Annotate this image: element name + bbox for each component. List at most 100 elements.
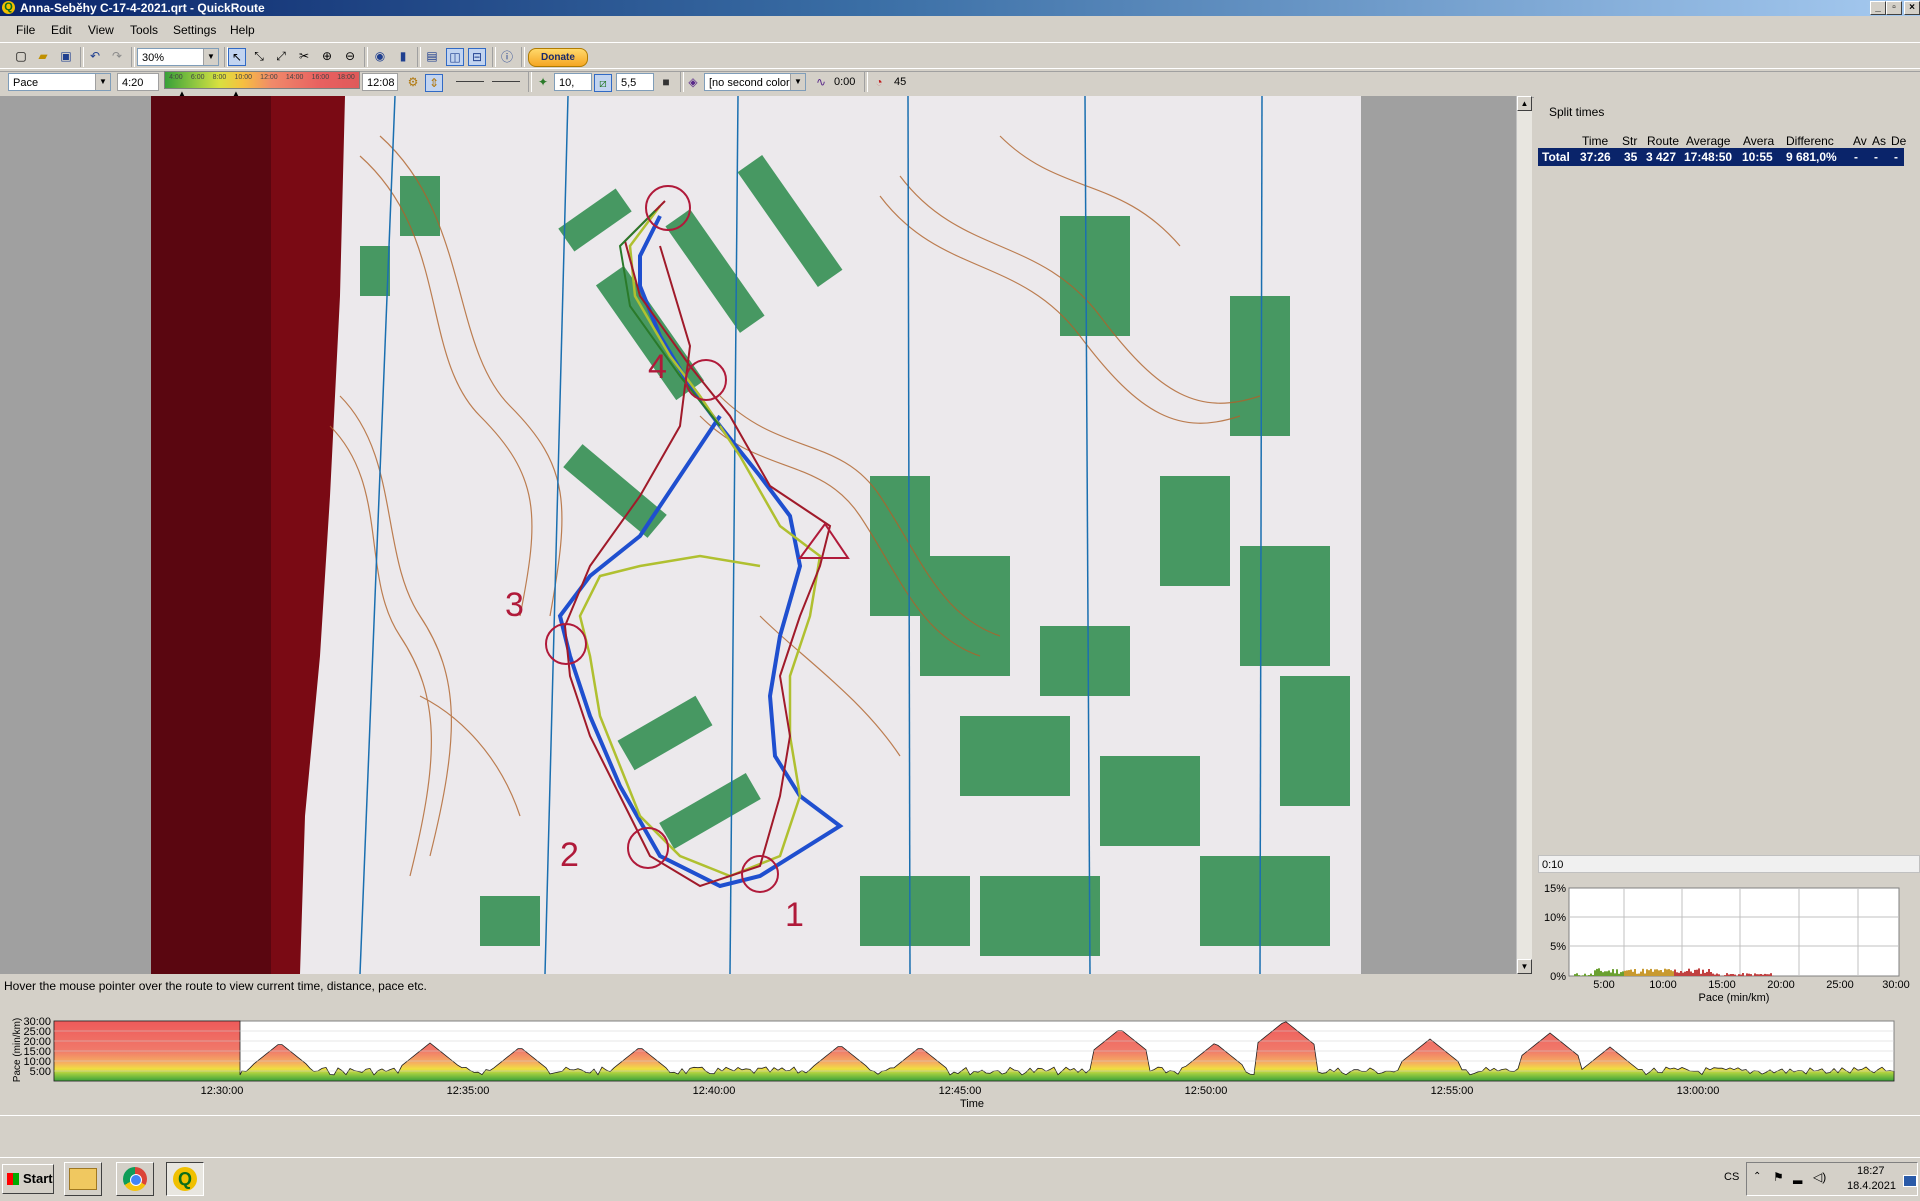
cut-icon[interactable]: ✂ bbox=[295, 47, 313, 65]
menu-tools[interactable]: Tools bbox=[130, 23, 158, 37]
col-str[interactable]: Str bbox=[1622, 134, 1637, 148]
histogram-bar bbox=[1642, 969, 1644, 976]
open-folder-icon[interactable]: ▰ bbox=[34, 47, 52, 65]
mask-color-icon[interactable]: ■ bbox=[657, 73, 675, 91]
close-button[interactable]: × bbox=[1904, 1, 1920, 15]
col-time[interactable]: Time bbox=[1582, 134, 1608, 148]
new-file-icon[interactable]: ▢ bbox=[12, 47, 30, 65]
col-route[interactable]: Route bbox=[1647, 134, 1679, 148]
start-button[interactable]: Start bbox=[2, 1164, 54, 1194]
menu-file[interactable]: File bbox=[16, 23, 35, 37]
graph-x-tick: 12:30:00 bbox=[201, 1085, 244, 1097]
col-de[interactable]: De bbox=[1891, 134, 1906, 148]
menu-help[interactable]: Help bbox=[230, 23, 255, 37]
chevron-down-icon[interactable]: ▼ bbox=[790, 74, 805, 90]
menu-settings[interactable]: Settings bbox=[173, 23, 216, 37]
low-value-input[interactable]: 4:20 bbox=[117, 73, 159, 91]
bottom-panel-icon[interactable]: ⊟ bbox=[468, 48, 486, 66]
show-desktop-icon[interactable] bbox=[1903, 1175, 1917, 1187]
zoom-select[interactable]: 30% ▼ bbox=[137, 48, 219, 66]
route-width-input[interactable]: 10, bbox=[554, 73, 592, 91]
undo-icon[interactable]: ↶ bbox=[86, 47, 104, 65]
globe-icon[interactable]: ◉ bbox=[371, 47, 389, 65]
tray-expand-icon[interactable]: ⌃ bbox=[1753, 1171, 1761, 1182]
scroll-down-icon[interactable]: ▼ bbox=[1517, 959, 1532, 974]
histogram-bar bbox=[1740, 975, 1742, 976]
minimize-button[interactable]: _ bbox=[1870, 1, 1886, 15]
high-value-input[interactable]: 12:08 bbox=[362, 73, 398, 91]
second-color-icon[interactable]: ◈ bbox=[684, 73, 702, 91]
chevron-down-icon[interactable]: ▼ bbox=[203, 49, 218, 65]
histogram-bar bbox=[1708, 969, 1710, 976]
donate-button[interactable]: Donate bbox=[528, 48, 588, 67]
clock-date[interactable]: 18.4.2021 bbox=[1847, 1180, 1896, 1192]
histogram-bar bbox=[1584, 974, 1586, 976]
color-by-select[interactable]: Pace ▼ bbox=[8, 73, 111, 91]
histogram-bar bbox=[1578, 975, 1580, 976]
auto-range-icon[interactable]: ⚙ bbox=[404, 73, 422, 91]
zoom-out-icon[interactable]: ⊖ bbox=[341, 47, 359, 65]
col-average[interactable]: Average bbox=[1686, 134, 1730, 148]
histogram-bar bbox=[1654, 969, 1656, 976]
network-icon[interactable]: ▂ bbox=[1793, 1170, 1802, 1184]
col-difference[interactable]: Differenc bbox=[1786, 134, 1834, 148]
cell-str: 35 bbox=[1624, 150, 1637, 164]
color-range-slider[interactable]: 4:00 6:00 8:00 10:00 12:00 14:00 16:00 1… bbox=[164, 71, 360, 89]
range-icon[interactable]: ⇕ bbox=[425, 74, 443, 92]
second-color-select[interactable]: [no second color ▼ bbox=[704, 73, 806, 91]
histogram-bar bbox=[1704, 973, 1706, 976]
action-center-flag-icon[interactable]: ⚑ bbox=[1773, 1170, 1784, 1184]
maximize-button[interactable]: ▫ bbox=[1886, 1, 1902, 15]
high-value-text: 12:08 bbox=[367, 77, 395, 89]
col-avera[interactable]: Avera bbox=[1743, 134, 1774, 148]
help-icon[interactable]: ⓘ bbox=[498, 47, 516, 65]
redo-icon[interactable]: ↷ bbox=[108, 47, 126, 65]
clock-time[interactable]: 18:27 bbox=[1857, 1165, 1885, 1177]
scale-tick: 10:00 bbox=[234, 74, 252, 84]
histogram-bar bbox=[1574, 974, 1576, 976]
zoom-route-icon[interactable]: ⤢ bbox=[272, 47, 290, 65]
control-number-1: 1 bbox=[785, 896, 804, 934]
histogram-bar bbox=[1766, 974, 1768, 976]
export-icon[interactable]: ▮ bbox=[394, 47, 412, 65]
histogram-interval-input[interactable]: 0:10 bbox=[1538, 855, 1920, 873]
right-panel-icon[interactable]: ◫ bbox=[446, 48, 464, 66]
pace-line-graph[interactable]: 30:00 25:00 20:00 15:00 10:00 5:00 Pace … bbox=[0, 995, 1920, 1115]
panel-icon[interactable]: ▤ bbox=[423, 47, 441, 65]
histogram-bar bbox=[1692, 973, 1694, 976]
scroll-up-icon[interactable]: ▲ bbox=[1517, 96, 1532, 111]
save-icon[interactable]: ▣ bbox=[57, 47, 75, 65]
language-indicator[interactable]: CS bbox=[1724, 1171, 1739, 1183]
mask-icon[interactable]: ⧄ bbox=[594, 74, 612, 92]
volume-icon[interactable]: ◁) bbox=[1813, 1170, 1826, 1184]
line-width-slider-2[interactable] bbox=[492, 81, 520, 82]
circle-time-icon[interactable]: ◔ bbox=[870, 73, 888, 91]
menu-view[interactable]: View bbox=[88, 23, 114, 37]
taskbar: Start Q CS ⌃ ⚑ ▂ ◁) 18:27 18.4.2021 bbox=[0, 1157, 1920, 1201]
zoom-in-icon[interactable]: ⊕ bbox=[318, 47, 336, 65]
chrome-taskbar-icon[interactable] bbox=[116, 1162, 154, 1196]
histogram-bar bbox=[1666, 969, 1668, 976]
col-as[interactable]: As bbox=[1872, 134, 1886, 148]
histogram-bar bbox=[1716, 974, 1718, 977]
menu-edit[interactable]: Edit bbox=[51, 23, 72, 37]
route-line-icon[interactable]: ✦ bbox=[534, 73, 552, 91]
histogram-bar bbox=[1638, 974, 1640, 976]
map-vertical-scrollbar[interactable]: ▲ ▼ bbox=[1516, 96, 1532, 974]
quickroute-taskbar-icon[interactable]: Q bbox=[166, 1162, 204, 1196]
col-av[interactable]: Av bbox=[1853, 134, 1867, 148]
smoothing-icon[interactable]: ∿ bbox=[812, 73, 830, 91]
pointer-tool-icon[interactable]: ↖ bbox=[228, 48, 246, 66]
split-total-row[interactable]: Total 37:26 35 3 427 17:48:50 10:55 9 68… bbox=[1538, 148, 1904, 166]
adjust-route-icon[interactable]: ⤡ bbox=[250, 47, 268, 65]
map-canvas[interactable]: 1 2 3 4 bbox=[0, 96, 1516, 974]
chevron-down-icon[interactable]: ▼ bbox=[95, 74, 110, 90]
histogram-bar bbox=[1628, 970, 1630, 976]
zoom-value: 30% bbox=[142, 52, 164, 64]
graph-x-tick: 12:50:00 bbox=[1185, 1085, 1228, 1097]
histogram-bar bbox=[1682, 973, 1684, 976]
explorer-taskbar-icon[interactable] bbox=[64, 1162, 102, 1196]
line-width-slider[interactable] bbox=[456, 81, 484, 82]
mask-width-input[interactable]: 5,5 bbox=[616, 73, 654, 91]
histogram-bar bbox=[1586, 975, 1588, 976]
